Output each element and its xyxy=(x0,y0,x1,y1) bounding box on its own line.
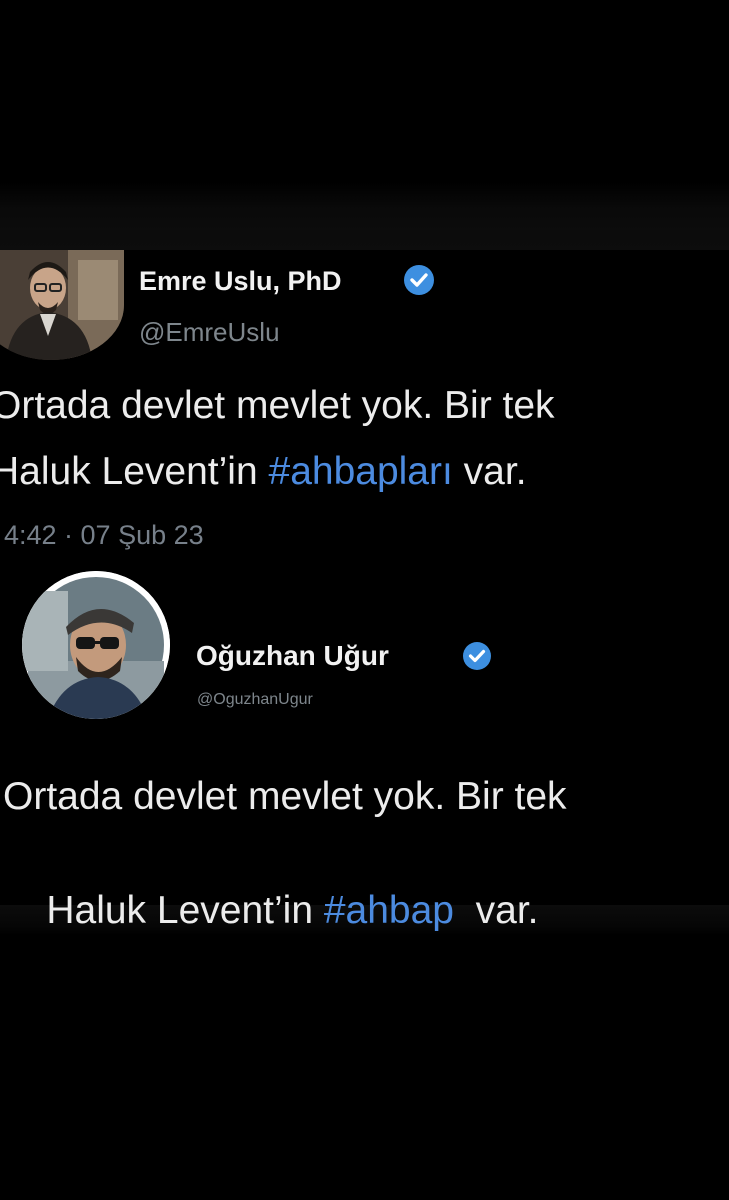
tweet-text-line-1: Ortada devlet mevlet yok. Bir tek xyxy=(0,384,555,427)
author-name[interactable]: Emre Uslu, PhD xyxy=(139,266,342,297)
verified-badge-icon xyxy=(404,265,434,295)
hashtag-link[interactable]: #ahbap xyxy=(324,889,454,932)
tweet-text: Haluk Levent’in xyxy=(0,450,269,493)
tweet-oguzhan-ugur[interactable]: Oğuzhan Uğur @OguzhanUgur Ortada devlet … xyxy=(0,560,729,932)
author-handle[interactable]: @OguzhanUgur xyxy=(197,691,313,709)
tweet-timestamp[interactable]: 4:42 · 07 Şub 23 xyxy=(4,520,204,551)
author-handle[interactable]: @EmreUslu xyxy=(139,317,280,348)
avatar[interactable] xyxy=(22,571,170,719)
hashtag-link[interactable]: #ahbapları xyxy=(269,450,453,493)
person-avatar-icon xyxy=(22,571,170,719)
tweet-text-line-1: Ortada devlet mevlet yok. Bir tek xyxy=(3,775,567,818)
person-avatar-icon xyxy=(0,250,124,360)
author-name[interactable]: Oğuzhan Uğur xyxy=(196,640,389,672)
verified-badge-icon xyxy=(463,642,491,670)
tweet-text: var. xyxy=(452,450,527,493)
tweet-emre-uslu[interactable]: Emre Uslu, PhD @EmreUslu Ortada devlet m… xyxy=(0,0,729,580)
avatar[interactable] xyxy=(0,250,124,360)
tweet-text: Haluk Levent’in xyxy=(46,889,324,932)
tweet-text: var. xyxy=(453,889,539,932)
tweet-text-line-2: Haluk Levent’in #ahbap var. xyxy=(3,845,539,977)
tweet-text-line-2: Haluk Levent’in #ahbapları var. xyxy=(0,450,527,494)
